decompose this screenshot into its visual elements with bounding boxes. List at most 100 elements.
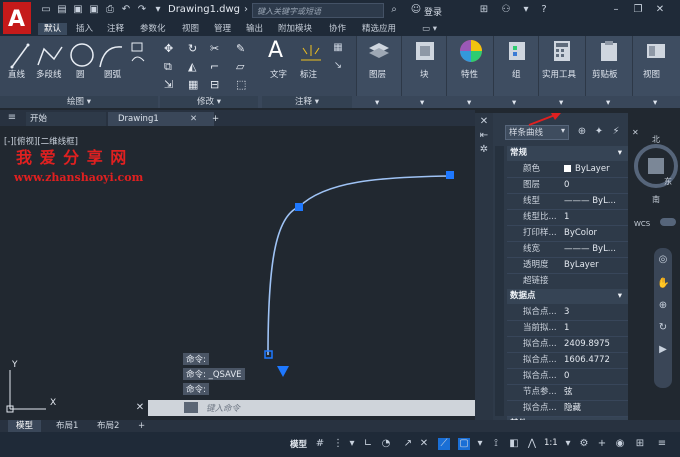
property-row[interactable]: 当前拟... 1 (507, 320, 628, 337)
command-prompt-icon[interactable] (184, 402, 198, 413)
properties-button[interactable]: 特性 ▾ (446, 36, 493, 108)
annotation-scale-icon[interactable]: ⋀ (526, 438, 538, 450)
grid-icon[interactable]: # (314, 438, 326, 450)
tab-annotate[interactable]: 注释 (107, 23, 124, 35)
property-value[interactable]: ——— ByL... (564, 241, 616, 257)
text-tool-icon[interactable]: A (268, 38, 283, 63)
viewcube-north-label[interactable]: 北 (652, 134, 660, 145)
property-value[interactable]: 1 (564, 209, 569, 225)
command-placeholder[interactable]: 键入命令 (206, 402, 240, 414)
orbit-icon[interactable]: ↻ (657, 322, 669, 334)
property-row[interactable]: 节点参... 弦 (507, 384, 628, 401)
pan-hand-icon[interactable]: ✋ (657, 278, 669, 290)
property-value[interactable]: 1 (564, 320, 569, 336)
search-input[interactable]: 键入关键字或短语 (252, 3, 384, 18)
polyline-tool-label[interactable]: 多段线 (36, 68, 62, 80)
quick-select-icon[interactable]: ⚡ (610, 126, 622, 138)
property-value[interactable]: 弦 (564, 384, 573, 400)
tab-featured-apps[interactable]: 精选应用 (362, 23, 396, 35)
drawing-canvas[interactable]: [-][俯视][二维线框] 我 爱 分 享 网 www.zhanshaoyi.c… (0, 126, 475, 420)
model-space-toggle[interactable]: 模型 (290, 438, 307, 450)
close-icon[interactable]: ✕ (654, 4, 666, 16)
arc-tool-label[interactable]: 圆弧 (104, 68, 121, 80)
property-value[interactable]: 0 (564, 177, 569, 193)
snap-icon[interactable]: ⋮ (332, 438, 344, 450)
ortho-icon[interactable]: ∟ (362, 438, 374, 450)
leader-icon[interactable]: ↘ (332, 60, 344, 72)
property-value[interactable]: ——— ByL... (564, 193, 616, 209)
property-row[interactable]: 拟合点... 2409.8975 (507, 336, 628, 353)
wcs-label[interactable]: WCS (634, 220, 650, 228)
tab-default[interactable]: 默认 (38, 23, 68, 35)
palette-autohide-icon[interactable]: ⇤ (478, 130, 490, 142)
save-as-icon[interactable]: ▣ (88, 4, 100, 16)
tab-collaborate[interactable]: 协作 (329, 23, 346, 35)
general-section-header[interactable]: 常规 ▾ (507, 146, 628, 161)
property-value[interactable]: 1606.4772 (564, 352, 610, 368)
viewcube-east-label[interactable]: 东 (664, 176, 672, 187)
tab-start[interactable]: 开始 (26, 112, 106, 126)
add-icon[interactable]: + (596, 438, 608, 450)
object-snap-icon[interactable]: ▢ (458, 438, 470, 450)
tab-insert[interactable]: 插入 (76, 23, 93, 35)
property-value[interactable]: ByLayer (575, 161, 610, 177)
lineweight-icon[interactable]: ⟋ (438, 438, 450, 450)
chevron-down-icon[interactable]: ▾ (474, 438, 486, 450)
new-file-icon[interactable]: ▭ (40, 4, 52, 16)
tab-layout2[interactable]: 布局2 (97, 420, 119, 432)
annotation-monitor-icon[interactable]: ⟟ (490, 438, 502, 450)
property-row[interactable]: 线型 ——— ByL... (507, 193, 628, 210)
property-value[interactable]: ByColor (564, 225, 597, 241)
isolate-icon[interactable]: ◉ (614, 438, 626, 450)
user-icon[interactable]: ☺ (410, 4, 422, 16)
open-folder-icon[interactable]: ▤ (56, 4, 68, 16)
select-chevron-icon[interactable]: ▾ (561, 126, 565, 135)
object-type-select[interactable]: 样条曲线 (505, 125, 569, 140)
line-tool-label[interactable]: 直线 (8, 68, 25, 80)
property-row[interactable]: 超链接 (507, 273, 628, 290)
new-tab-button[interactable]: + (212, 112, 219, 126)
command-close-icon[interactable]: ✕ (134, 402, 146, 414)
property-row[interactable]: 图层 0 (507, 177, 628, 194)
circle-tool-label[interactable]: 圆 (76, 68, 85, 80)
autocad-logo[interactable]: A (0, 0, 34, 40)
clipboard-button[interactable]: 剪贴板 ▾ (585, 36, 632, 108)
property-value[interactable]: 3 (564, 304, 569, 320)
polar-icon[interactable]: ◔ (380, 438, 392, 450)
quick-access-more-icon[interactable]: ▾ (152, 4, 164, 16)
steering-wheel-icon[interactable]: ◎ (657, 254, 669, 266)
customize-icon[interactable]: ≡ (656, 438, 668, 450)
dimension-tool-label[interactable]: 标注 (300, 68, 317, 80)
workspace-gear-icon[interactable]: ⚙ (578, 438, 590, 450)
viewcube-south-label[interactable]: 南 (652, 194, 660, 205)
property-row[interactable]: 拟合点... 3 (507, 304, 628, 321)
properties-palette-titlebar[interactable]: ✕ ⇤ ✲ (475, 113, 493, 420)
property-row[interactable]: 打印样... ByColor (507, 225, 628, 242)
layers-button[interactable]: 图层 ▾ (356, 36, 401, 108)
tab-drawing1[interactable]: Drawing1 (108, 112, 214, 126)
save-icon[interactable]: ▣ (72, 4, 84, 16)
modify-panel-title[interactable]: 修改 ▾ (160, 96, 258, 108)
property-row[interactable]: 拟合点... 隐藏 (507, 400, 628, 417)
help-icon[interactable]: ? (538, 4, 550, 16)
property-value[interactable]: 2409.8975 (564, 336, 610, 352)
property-row[interactable]: 颜色 ByLayer (507, 161, 628, 178)
tab-manage[interactable]: 管理 (214, 23, 231, 35)
add-layout-button[interactable]: + (138, 420, 145, 432)
chevron-down-icon[interactable]: ▾ (346, 438, 358, 450)
chevron-down-icon[interactable]: ▾ (520, 4, 532, 16)
undo-icon[interactable]: ↶ (120, 4, 132, 16)
property-row[interactable]: 拟合点... 1606.4772 (507, 352, 628, 369)
tab-parametric[interactable]: 参数化 (140, 23, 166, 35)
property-value[interactable]: 0 (564, 368, 569, 384)
property-row[interactable]: 拟合点... 0 (507, 368, 628, 385)
tab-layout1[interactable]: 布局1 (56, 420, 78, 432)
property-value[interactable]: 隐藏 (564, 400, 581, 416)
redo-icon[interactable]: ↷ (136, 4, 148, 16)
isodraft-icon[interactable]: ↗ (402, 438, 414, 450)
tab-output[interactable]: 输出 (246, 23, 263, 35)
tab-close-icon[interactable]: ✕ (190, 112, 197, 126)
table-icon[interactable]: ▦ (332, 42, 344, 54)
zoom-extents-icon[interactable]: ⊕ (657, 300, 669, 312)
ribbon-toggle-icon[interactable]: ▭ ▾ (422, 23, 437, 35)
